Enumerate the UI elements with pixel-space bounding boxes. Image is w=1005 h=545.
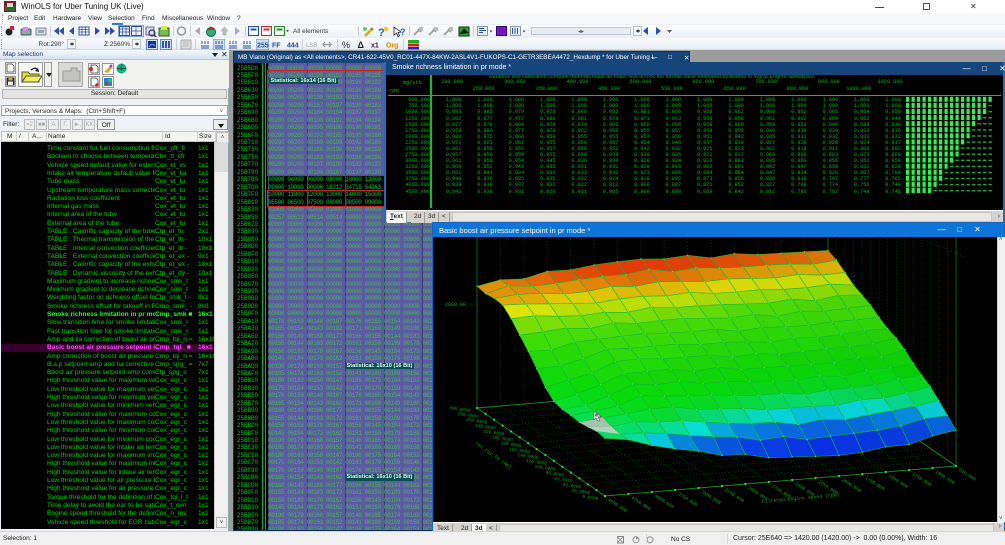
svg-text:2000.000: 2000.000 [840, 477, 862, 494]
svg-text:Δ: Δ [358, 40, 365, 50]
svg-text:1250.000: 1250.000 [911, 471, 933, 488]
svg-text:3500.000: 3500.000 [700, 489, 722, 506]
svg-text:940.000: 940.000 [957, 467, 977, 483]
svg-text:FF: FF [272, 42, 281, 49]
svg-text:Org: Org [386, 42, 398, 49]
svg-text:x1: x1 [371, 42, 379, 49]
svg-text:3250.000: 3250.000 [723, 487, 745, 504]
svg-text:0.0000: 0.0000 [582, 495, 599, 502]
svg-text:444: 444 [287, 42, 299, 49]
svg-text:%: % [342, 40, 350, 50]
svg-text:Filtered engine speed (rpm): Filtered engine speed (rpm) [762, 492, 840, 505]
svg-text:1000.000: 1000.000 [934, 469, 956, 486]
svg-text:4250.000: 4250.000 [630, 495, 652, 512]
svg-text:1500.000: 1500.000 [887, 473, 909, 490]
svg-text:1750.000: 1750.000 [864, 475, 886, 492]
svg-text:LSB: LSB [306, 43, 317, 49]
svg-text:255: 255 [257, 42, 269, 49]
svg-text:4500.000: 4500.000 [606, 497, 628, 514]
svg-text:4000.000: 4000.000 [653, 493, 675, 510]
svg-text:3750.000: 3750.000 [677, 491, 699, 508]
svg-text:?: ? [400, 27, 405, 37]
svg-text:2000.00: 2000.00 [445, 302, 466, 308]
